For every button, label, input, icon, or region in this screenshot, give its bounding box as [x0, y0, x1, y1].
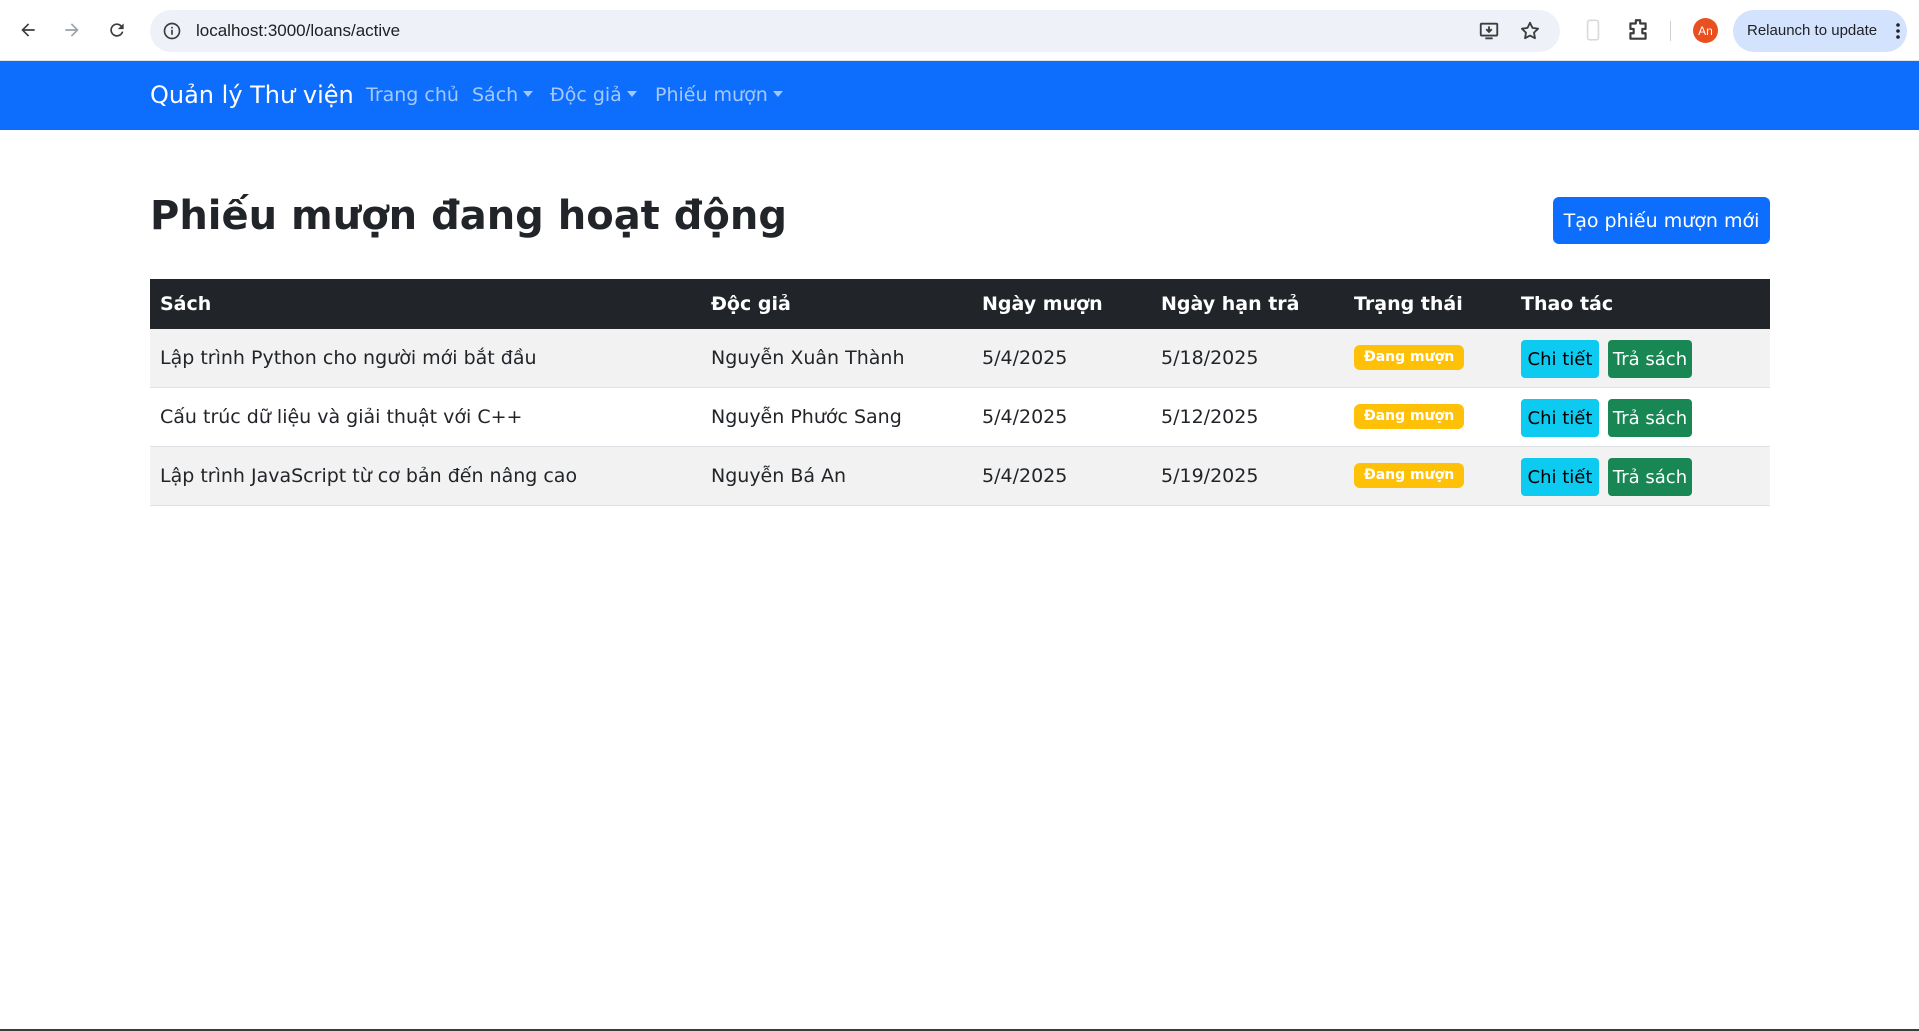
back-button[interactable] — [12, 14, 44, 46]
table-row: Lập trình Python cho người mới bắt đầu N… — [150, 329, 1770, 388]
cell-due-date: 5/19/2025 — [1161, 465, 1259, 487]
extension-slot-icon[interactable] — [1580, 17, 1606, 43]
caret-down-icon — [626, 91, 637, 97]
cell-reader: Nguyễn Phước Sang — [711, 406, 902, 428]
status-badge: Đang mượn — [1354, 404, 1465, 429]
arrow-left-icon — [21, 23, 35, 37]
caret-down-icon — [772, 91, 783, 97]
url-text[interactable]: localhost:3000/loans/active — [196, 10, 400, 52]
cell-book: Lập trình JavaScript từ cơ bản đến nâng … — [160, 465, 578, 487]
extensions-puzzle-icon[interactable] — [1625, 17, 1651, 43]
caret-down-icon — [523, 91, 534, 97]
nav-link-label: Độc giả — [550, 84, 622, 106]
nav-dropdown-books[interactable]: Sách — [472, 61, 534, 130]
reload-icon — [110, 23, 124, 37]
profile-avatar[interactable]: An — [1693, 18, 1718, 43]
table-header: Sách Độc giả Ngày mượn Ngày hạn trả Trạn… — [150, 279, 1770, 329]
nav-dropdown-readers[interactable]: Độc giả — [550, 61, 637, 130]
return-book-button[interactable]: Trả sách — [1608, 458, 1692, 496]
detail-button[interactable]: Chi tiết — [1521, 340, 1599, 378]
cell-borrow-date: 5/4/2025 — [982, 347, 1068, 369]
column-header-due-date: Ngày hạn trả — [1161, 293, 1300, 315]
cell-book: Cấu trúc dữ liệu và giải thuật với C++ — [160, 406, 523, 428]
column-header-book: Sách — [160, 293, 212, 315]
return-book-button[interactable]: Trả sách — [1608, 340, 1692, 378]
cell-due-date: 5/18/2025 — [1161, 347, 1259, 369]
return-book-button[interactable]: Trả sách — [1608, 399, 1692, 437]
status-badge: Đang mượn — [1354, 345, 1465, 370]
navbar-brand[interactable]: Quản lý Thư viện — [150, 61, 354, 130]
arrow-right-icon — [65, 23, 79, 37]
cell-borrow-date: 5/4/2025 — [982, 406, 1068, 428]
page-title: Phiếu mượn đang hoạt động — [150, 193, 787, 239]
detail-button[interactable]: Chi tiết — [1521, 399, 1599, 437]
relaunch-button[interactable]: Relaunch to update — [1733, 10, 1907, 52]
nav-dropdown-loans[interactable]: Phiếu mượn — [655, 61, 783, 130]
more-vert-icon — [1896, 23, 1900, 39]
create-loan-button[interactable]: Tạo phiếu mượn mới — [1553, 197, 1770, 244]
nav-link-home[interactable]: Trang chủ — [366, 61, 459, 130]
table-row: Cấu trúc dữ liệu và giải thuật với C++ N… — [150, 388, 1770, 447]
address-bar[interactable]: localhost:3000/loans/active — [150, 10, 1560, 52]
table-row: Lập trình JavaScript từ cơ bản đến nâng … — [150, 447, 1770, 506]
relaunch-label: Relaunch to update — [1747, 22, 1878, 39]
app-navbar: Quản lý Thư viện Trang chủ Sách Độc giả … — [0, 61, 1919, 130]
cell-book: Lập trình Python cho người mới bắt đầu — [160, 347, 537, 369]
active-loans-table: Sách Độc giả Ngày mượn Ngày hạn trả Trạn… — [150, 279, 1770, 506]
nav-link-label: Trang chủ — [366, 84, 459, 106]
status-badge: Đang mượn — [1354, 463, 1465, 488]
bookmark-star-icon[interactable] — [1519, 20, 1541, 42]
cell-due-date: 5/12/2025 — [1161, 406, 1259, 428]
column-header-actions: Thao tác — [1521, 293, 1614, 315]
browser-toolbar: localhost:3000/loans/active An Relaunch … — [0, 0, 1919, 61]
column-header-reader: Độc giả — [711, 293, 791, 315]
install-app-icon[interactable] — [1478, 20, 1500, 42]
toolbar-separator — [1670, 21, 1671, 41]
info-icon[interactable] — [162, 21, 182, 41]
nav-link-label: Phiếu mượn — [655, 84, 768, 106]
detail-button[interactable]: Chi tiết — [1521, 458, 1599, 496]
cell-reader: Nguyễn Bá An — [711, 465, 847, 487]
cell-reader: Nguyễn Xuân Thành — [711, 347, 905, 369]
cell-borrow-date: 5/4/2025 — [982, 465, 1068, 487]
forward-button[interactable] — [56, 14, 88, 46]
column-header-status: Trạng thái — [1354, 293, 1463, 315]
nav-link-label: Sách — [472, 84, 519, 106]
reload-button[interactable] — [101, 14, 133, 46]
column-header-borrow-date: Ngày mượn — [982, 293, 1103, 315]
